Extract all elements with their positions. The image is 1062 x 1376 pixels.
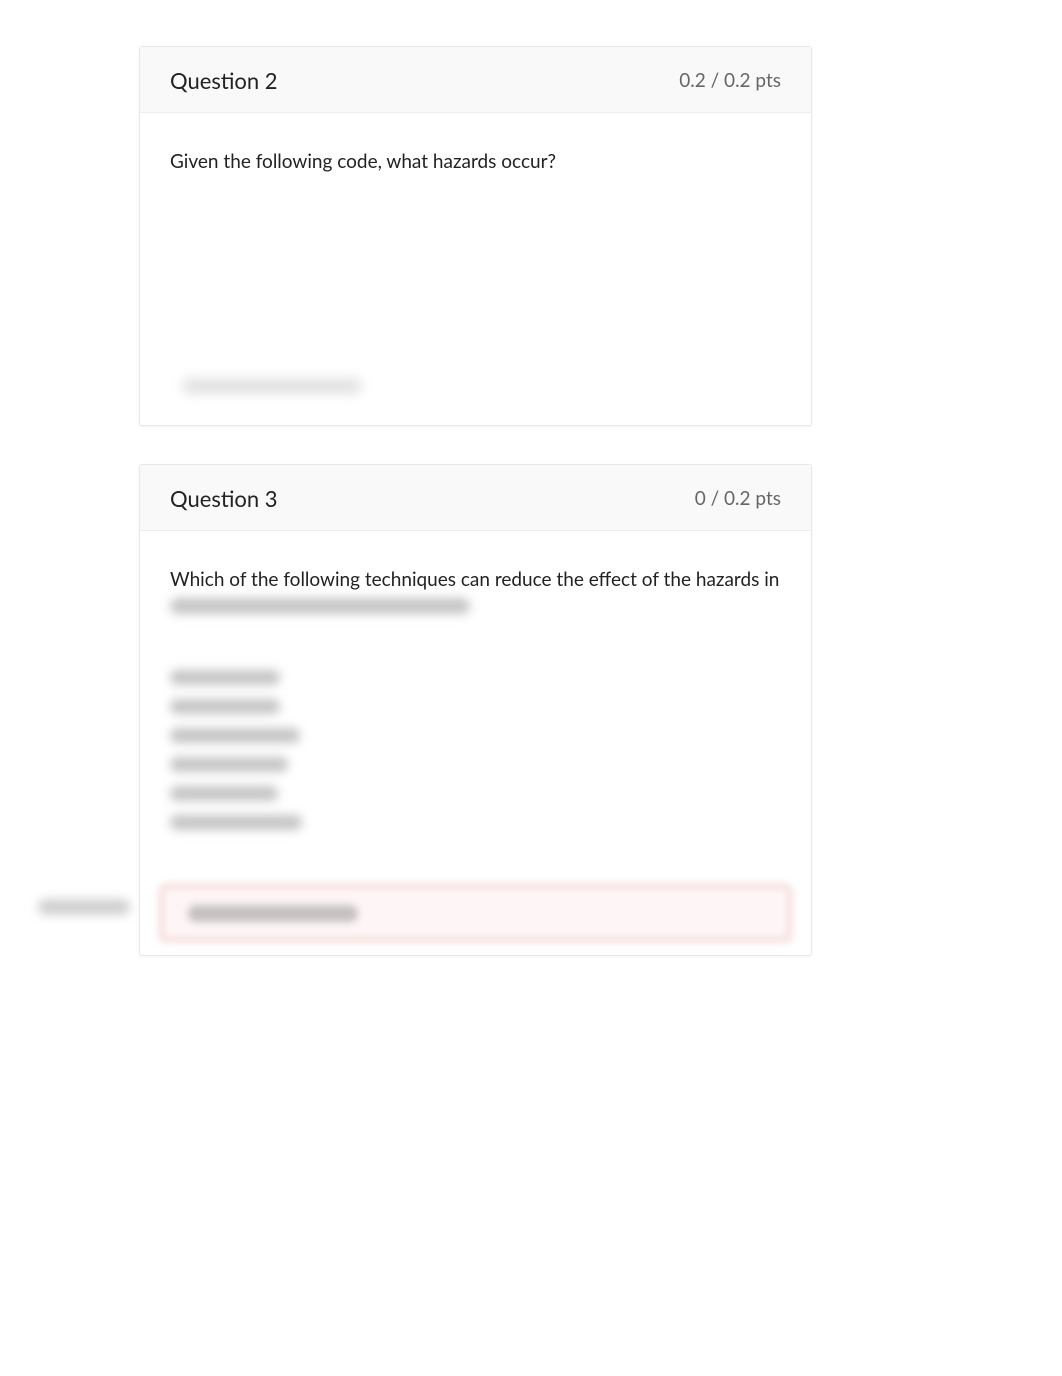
question-body-3: Which of the following techniques can re…: [140, 531, 811, 874]
question-title-2: Question 2: [170, 67, 278, 94]
question-title-3: Question 3: [170, 485, 278, 512]
blurred-code-line: [170, 699, 280, 714]
blurred-code-line: [170, 786, 278, 801]
incorrect-marker-label: [38, 899, 130, 915]
question-points-2: 0.2 / 0.2 pts: [679, 69, 781, 92]
incorrect-answer-option: [160, 885, 791, 941]
blurred-line: [170, 598, 470, 614]
question-prompt-2: Given the following code, what hazards o…: [170, 147, 781, 176]
question-header-2: Question 2 0.2 / 0.2 pts: [140, 47, 811, 113]
question-prompt-3: Which of the following techniques can re…: [170, 565, 781, 594]
question-card-2: Question 2 0.2 / 0.2 pts Given the follo…: [139, 46, 812, 426]
question-card-3: Question 3 0 / 0.2 pts Which of the foll…: [139, 464, 812, 956]
question-header-3: Question 3 0 / 0.2 pts: [140, 465, 811, 531]
blurred-prompt-continuation: [170, 598, 781, 614]
blurred-code-line: [170, 670, 280, 685]
blurred-code-block: [170, 670, 781, 830]
blurred-answer-text: [188, 905, 358, 922]
question-points-3: 0 / 0.2 pts: [695, 487, 781, 510]
blurred-content-2: [152, 373, 799, 413]
blurred-text: [182, 379, 362, 393]
blurred-label: [38, 899, 130, 915]
blurred-code-line: [170, 815, 302, 830]
question-body-2: Given the following code, what hazards o…: [140, 113, 811, 373]
blurred-code-line: [170, 757, 288, 772]
blurred-code-line: [170, 728, 300, 743]
